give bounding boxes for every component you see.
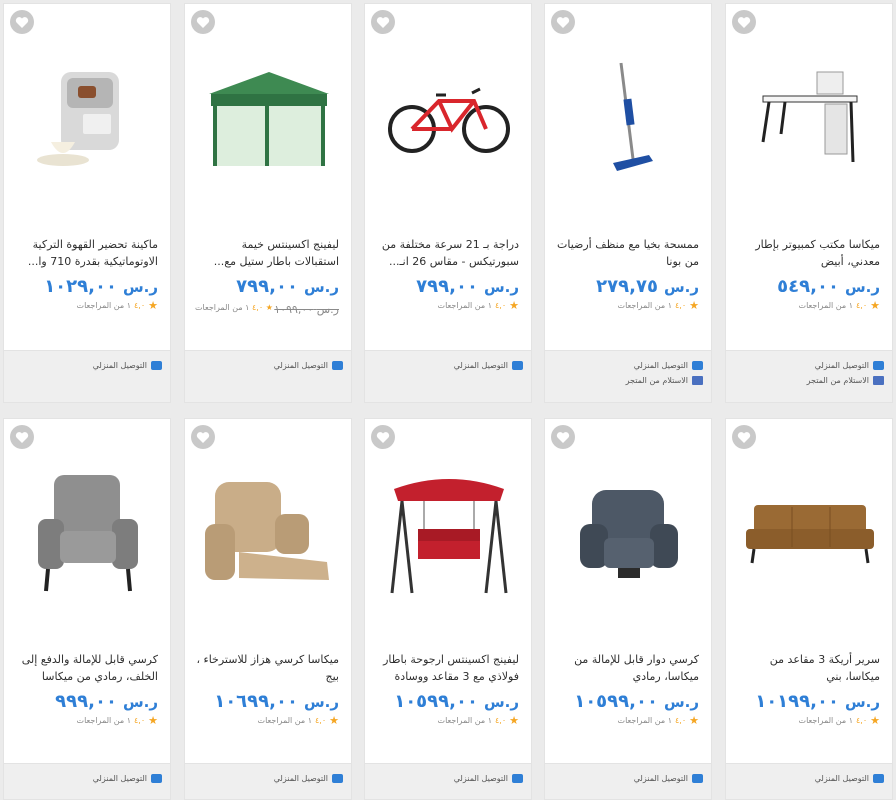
truck-icon [332, 361, 343, 370]
delivery-options: التوصيل المنزلي [4, 350, 170, 402]
product-rating: ★ ٤,٠ ١ من المراجعات [76, 714, 158, 727]
product-rating: ★ ٤,٠ ١ من المراجعات [76, 299, 158, 312]
product-name[interactable]: كرسي دوار قابل للإمالة من ميكاسا، رمادي [555, 651, 699, 685]
star-icon: ★ [148, 299, 158, 312]
product-price: ر.س١٠٥٩٩,٠٠ [394, 691, 519, 712]
truck-icon [512, 774, 523, 783]
product-name[interactable]: كرسي قابل للإمالة والدفع إلى الخلف، رماد… [14, 651, 158, 685]
product-rating: ★ ٤,٠ ١ من المراجعات [798, 714, 880, 727]
truck-icon [692, 361, 703, 370]
product-price: ر.س٢٧٩,٧٥ [596, 276, 699, 297]
star-icon: ★ [329, 714, 339, 727]
truck-icon [151, 361, 162, 370]
wishlist-heart-icon[interactable] [191, 425, 215, 449]
store-icon [692, 376, 703, 385]
old-price: ر.س ١٠٩٩,٠٠ [274, 303, 339, 316]
delivery-options: التوصيل المنزلي [365, 763, 531, 799]
star-icon: ★ [689, 714, 699, 727]
truck-icon [332, 774, 343, 783]
product-rating: ★ ٤,٠ ١ من المراجعات [257, 714, 339, 727]
product-image-swivel-recliner[interactable] [555, 449, 703, 619]
product-price: ر.س١٠٦٩٩,٠٠ [214, 691, 339, 712]
star-icon: ★ [509, 299, 519, 312]
product-card[interactable]: ممسحة بخيا مع منظف أرضيات من بونا ر.س٢٧٩… [544, 3, 712, 403]
delivery-options: التوصيل المنزلي الاستلام من المتجر [726, 350, 892, 402]
star-icon: ★ [265, 303, 273, 312]
delivery-options: التوصيل المنزلي [545, 763, 711, 799]
delivery-options: التوصيل المنزلي [185, 350, 351, 402]
product-name[interactable]: ليفينج اكسينتس ارجوحة باطار فولاذي مع 3 … [375, 651, 519, 685]
star-icon: ★ [870, 714, 880, 727]
product-name[interactable]: ماكينة تحضير القهوة التركية الاوتوماتيكي… [14, 236, 158, 270]
truck-icon [692, 774, 703, 783]
product-price: ر.س٩٩٩,٠٠ [55, 691, 158, 712]
product-price: ر.س٥٤٩,٠٠ [777, 276, 880, 297]
product-card[interactable]: ليفينج اكسينتس خيمة استقبالات باطار ستيل… [184, 3, 352, 403]
delivery-options: التوصيل المنزلي الاستلام من المتجر [545, 350, 711, 402]
star-icon: ★ [870, 299, 880, 312]
product-card[interactable]: ماكينة تحضير القهوة التركية الاوتوماتيكي… [3, 3, 171, 403]
product-rating: ★ ٤,٠ ١ من المراجعات [798, 299, 880, 312]
star-icon: ★ [148, 714, 158, 727]
product-image-grey-recliner[interactable] [14, 449, 162, 619]
wishlist-heart-icon[interactable] [191, 10, 215, 34]
product-price: ر.س٧٩٩,٠٠ [236, 276, 339, 297]
wishlist-heart-icon[interactable] [10, 425, 34, 449]
product-card[interactable]: دراجة بـ 21 سرعة مختلفة من سبورتيكس - مق… [364, 3, 532, 403]
wishlist-heart-icon[interactable] [551, 425, 575, 449]
product-price: ر.س١٠٥٩٩,٠٠ [574, 691, 699, 712]
product-card[interactable]: سرير أريكة 3 مقاعد من ميكاسا، بني ر.س١٠١… [725, 418, 893, 800]
delivery-options: التوصيل المنزلي [726, 763, 892, 799]
product-name[interactable]: ممسحة بخيا مع منظف أرضيات من بونا [555, 236, 699, 270]
product-name[interactable]: سرير أريكة 3 مقاعد من ميكاسا، بني [736, 651, 880, 685]
product-image-tent[interactable] [195, 34, 343, 204]
product-name[interactable]: ميكاسا كرسي هزاز للاسترخاء ، بيج [195, 651, 339, 685]
product-rating: ★ ٤,٠ ١ من المراجعات [617, 714, 699, 727]
wishlist-heart-icon[interactable] [732, 10, 756, 34]
wishlist-heart-icon[interactable] [732, 425, 756, 449]
star-icon: ★ [689, 299, 699, 312]
wishlist-heart-icon[interactable] [551, 10, 575, 34]
product-rating: ★ ٤,٠ ١ من المراجعات [617, 299, 699, 312]
star-icon: ★ [509, 714, 519, 727]
product-name[interactable]: ميكاسا مكتب كمبيوتر بإطار معدني، أبيض [736, 236, 880, 270]
product-card[interactable]: ليفينج اكسينتس ارجوحة باطار فولاذي مع 3 … [364, 418, 532, 800]
wishlist-heart-icon[interactable] [371, 425, 395, 449]
product-image-swing[interactable] [375, 449, 523, 619]
product-card[interactable]: ميكاسا كرسي هزاز للاسترخاء ، بيج ر.س١٠٦٩… [184, 418, 352, 800]
product-name[interactable]: ليفينج اكسينتس خيمة استقبالات باطار ستيل… [195, 236, 339, 270]
product-image-coffee-machine[interactable] [14, 34, 162, 204]
product-image-mop[interactable] [555, 34, 703, 204]
product-rating: ★ ٤,٠ ١ من المراجعات [437, 714, 519, 727]
product-image-beige-recliner[interactable] [195, 449, 343, 619]
product-price: ر.س٧٩٩,٠٠ [416, 276, 519, 297]
product-image-sofa-bed[interactable] [736, 449, 884, 619]
wishlist-heart-icon[interactable] [371, 10, 395, 34]
delivery-options: التوصيل المنزلي [185, 763, 351, 799]
delivery-options: التوصيل المنزلي [365, 350, 531, 402]
store-icon [873, 376, 884, 385]
product-price: ر.س١٠١٩٩,٠٠ [755, 691, 880, 712]
wishlist-heart-icon[interactable] [10, 10, 34, 34]
truck-icon [873, 774, 884, 783]
product-card[interactable]: ميكاسا مكتب كمبيوتر بإطار معدني، أبيض ر.… [725, 3, 893, 403]
product-card[interactable]: كرسي دوار قابل للإمالة من ميكاسا، رمادي … [544, 418, 712, 800]
product-image-bicycle[interactable] [375, 34, 523, 204]
product-card[interactable]: كرسي قابل للإمالة والدفع إلى الخلف، رماد… [3, 418, 171, 800]
delivery-options: التوصيل المنزلي [4, 763, 170, 799]
product-rating: ★ ٤,٠ ١ من المراجعات [437, 299, 519, 312]
old-price-row: ر.س ١٠٩٩,٠٠ ★ ٤,٠ ١ من المراجعات [195, 303, 339, 316]
truck-icon [151, 774, 162, 783]
product-name[interactable]: دراجة بـ 21 سرعة مختلفة من سبورتيكس - مق… [375, 236, 519, 270]
truck-icon [873, 361, 884, 370]
truck-icon [512, 361, 523, 370]
product-image-computer-desk[interactable] [736, 34, 884, 204]
product-price: ر.س١٠٢٩,٠٠ [44, 276, 158, 297]
product-grid: ماكينة تحضير القهوة التركية الاوتوماتيكي… [0, 0, 896, 800]
